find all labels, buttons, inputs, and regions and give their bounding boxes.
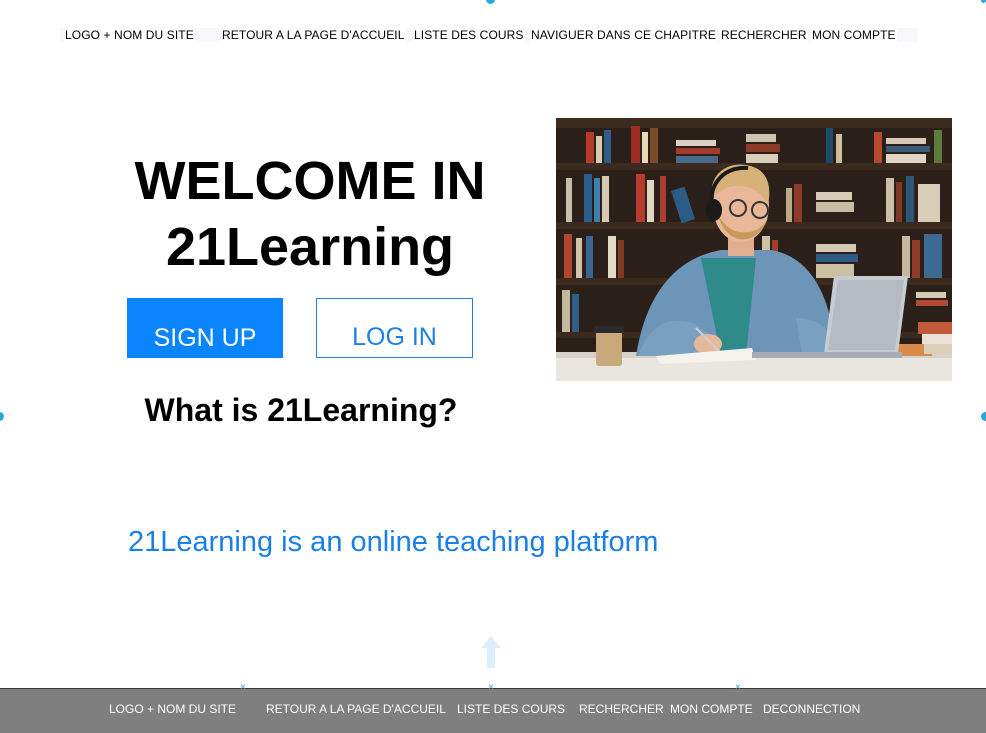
top-nav-chapter-nav-link[interactable]: NAVIGUER DANS CE CHAPITRE [530, 28, 717, 42]
about-heading: What is 21Learning? [144, 392, 458, 428]
signup-button[interactable]: SIGN UP [127, 298, 283, 358]
bottom-nav-account-link[interactable]: MON COMPTE [670, 702, 753, 716]
top-nav-logo-site-name[interactable]: LOGO + NOM DU SITE [64, 28, 195, 42]
anchor-marker-icon: × [240, 682, 246, 693]
anchor-marker-icon: × [735, 682, 741, 693]
resize-handle-top[interactable] [486, 0, 495, 4]
resize-handle-right[interactable] [981, 412, 986, 421]
resize-handle-top-right[interactable] [981, 0, 986, 3]
top-nav-course-list-link[interactable]: LISTE DES COURS [413, 28, 525, 42]
top-nav: LOGO + NOM DU SITE RETOUR A LA PAGE D'AC… [60, 28, 918, 42]
scroll-up-arrow-icon[interactable] [481, 636, 501, 668]
top-nav-home-link[interactable]: RETOUR A LA PAGE D'ACCUEIL [221, 28, 406, 42]
hero-image [556, 118, 952, 381]
hero-title-line2: 21Learning [165, 217, 455, 277]
bottom-nav-home-link[interactable]: RETOUR A LA PAGE D'ACCUEIL [266, 702, 446, 716]
bottom-nav-search-link[interactable]: RECHERCHER [579, 702, 664, 716]
bottom-nav-logout-link[interactable]: DECONNECTION [763, 702, 860, 716]
anchor-marker-icon: × [488, 682, 494, 693]
login-button[interactable]: LOG IN [316, 298, 473, 358]
top-nav-account-link[interactable]: MON COMPTE [811, 28, 897, 42]
bottom-nav-logo-site-name[interactable]: LOGO + NOM DU SITE [109, 702, 236, 716]
bottom-nav-course-list-link[interactable]: LISTE DES COURS [457, 702, 565, 716]
student-laptop-illustration [556, 118, 952, 381]
resize-handle-left[interactable] [0, 412, 4, 421]
bottom-nav: × × × LOGO + NOM DU SITE RETOUR A LA PAG… [0, 683, 986, 733]
hero-title-line1: WELCOME IN [134, 151, 486, 211]
top-nav-search-link[interactable]: RECHERCHER [720, 28, 808, 42]
hero-title: WELCOME IN 21Learning [110, 148, 510, 280]
about-tagline: 21Learning is an online teaching platfor… [128, 526, 659, 558]
